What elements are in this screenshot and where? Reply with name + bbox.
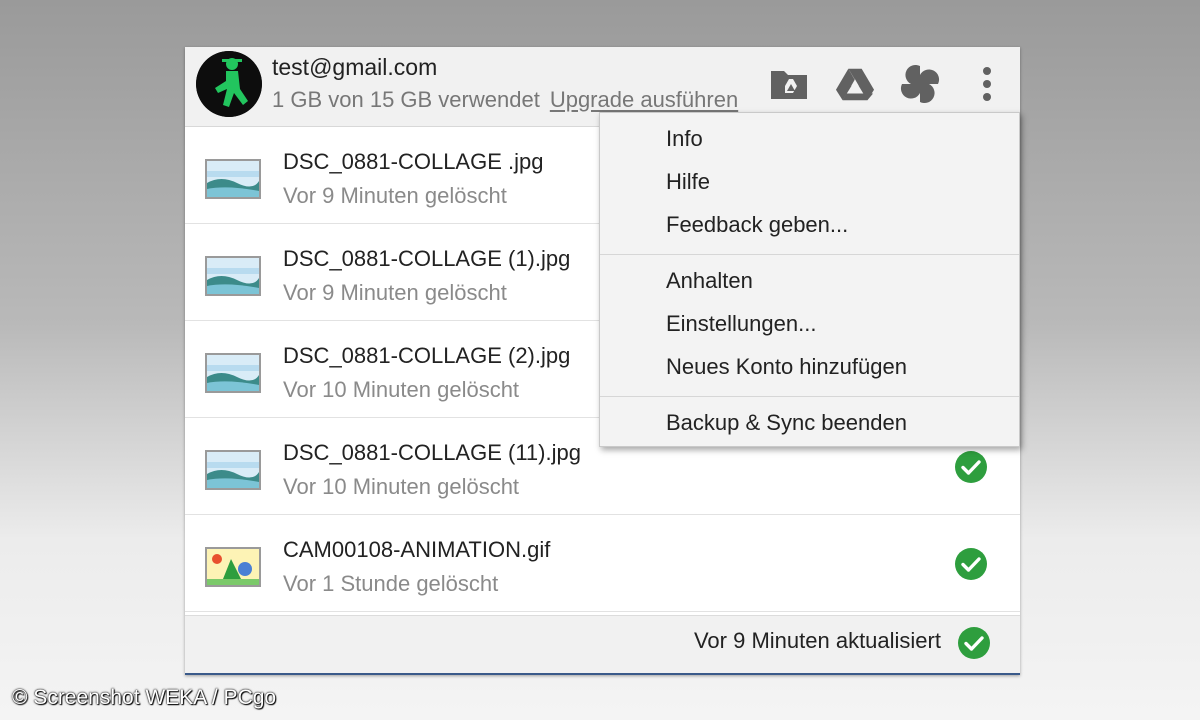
- sync-complete-icon: [958, 627, 990, 659]
- upgrade-link[interactable]: Upgrade ausführen: [550, 87, 738, 112]
- drive-folder-icon: [771, 71, 807, 99]
- image-icon: [205, 450, 261, 490]
- file-name: DSC_0881-COLLAGE (11).jpg: [283, 440, 581, 465]
- menu-divider: [600, 396, 1019, 397]
- file-status-time: Vor 1 Stunde gelöscht: [283, 571, 499, 596]
- google-photos-icon: [900, 64, 940, 104]
- menu-divider: [600, 254, 1019, 255]
- menu-item-help[interactable]: Hilfe: [600, 162, 1019, 205]
- storage-usage-text: 1 GB von 15 GB verwendet: [272, 87, 540, 112]
- more-options-button[interactable]: [967, 64, 1007, 104]
- last-updated-status: Vor 9 Minuten aktualisiert: [693, 628, 941, 653]
- file-status-time: Vor 10 Minuten gelöscht: [283, 474, 520, 499]
- file-status-time: Vor 9 Minuten gelöscht: [283, 183, 507, 208]
- menu-item-quit[interactable]: Backup & Sync beenden: [600, 403, 1019, 446]
- ampelmann-icon: [196, 51, 262, 117]
- more-vert-icon: [983, 67, 991, 101]
- storage-usage: 1 GB von 15 GB verwendet Upgrade ausführe…: [272, 87, 738, 113]
- google-photos-button[interactable]: [900, 64, 940, 104]
- image-icon: [205, 256, 261, 296]
- menu-item-info[interactable]: Info: [600, 119, 1019, 162]
- list-item[interactable]: CAM00108-ANIMATION.gif Vor 1 Stunde gelö…: [185, 515, 1020, 612]
- image-icon: [205, 353, 261, 393]
- file-name: DSC_0881-COLLAGE (1).jpg: [283, 246, 571, 271]
- menu-item-settings[interactable]: Einstellungen...: [600, 304, 1019, 347]
- menu-item-pause[interactable]: Anhalten: [600, 261, 1019, 304]
- file-name: CAM00108-ANIMATION.gif: [283, 537, 551, 562]
- avatar[interactable]: [196, 51, 262, 117]
- overflow-menu: Info Hilfe Feedback geben... Anhalten Ei…: [599, 112, 1020, 447]
- file-status-time: Vor 10 Minuten gelöscht: [283, 377, 520, 402]
- google-drive-button[interactable]: [835, 64, 875, 104]
- menu-item-add-account[interactable]: Neues Konto hinzufügen: [600, 347, 1019, 390]
- file-status-time: Vor 9 Minuten gelöscht: [283, 280, 507, 305]
- sync-complete-icon: [955, 451, 987, 483]
- menu-item-feedback[interactable]: Feedback geben...: [600, 205, 1019, 248]
- google-drive-icon: [835, 68, 875, 101]
- account-email: test@gmail.com: [272, 54, 438, 80]
- image-icon: [205, 159, 261, 199]
- drive-folder-button[interactable]: [769, 64, 809, 104]
- file-name: DSC_0881-COLLAGE (2).jpg: [283, 343, 571, 368]
- image-credit: © Screenshot WEKA / PCgo: [12, 686, 277, 709]
- status-footer: Vor 9 Minuten aktualisiert: [185, 615, 1020, 673]
- file-name: DSC_0881-COLLAGE .jpg: [283, 149, 544, 174]
- animation-icon: [205, 547, 261, 587]
- sync-complete-icon: [955, 548, 987, 580]
